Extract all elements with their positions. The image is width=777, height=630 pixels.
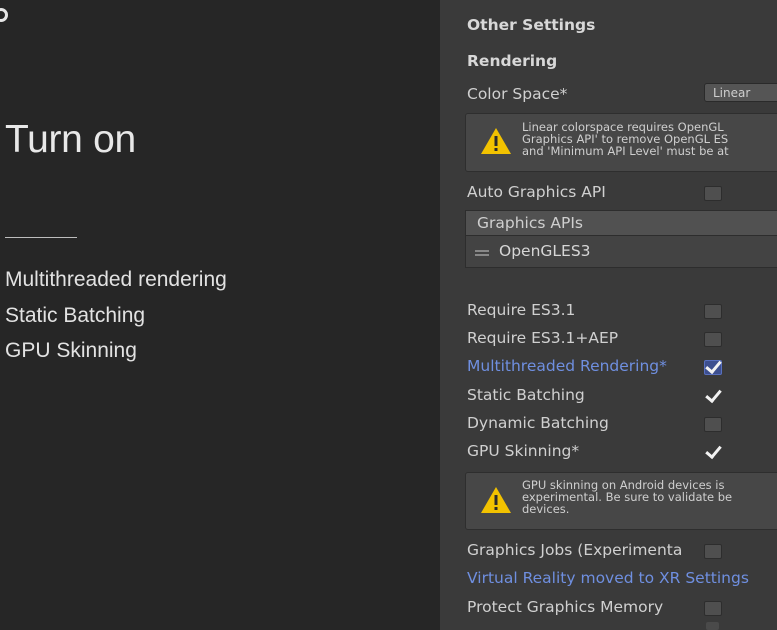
require-es31-aep-label: Require ES3.1+AEP [467, 329, 619, 347]
dynamic-batching-checkbox[interactable] [704, 417, 722, 432]
bullet-item: Multithreaded rendering [5, 268, 227, 291]
require-es31-aep-checkbox[interactable] [704, 332, 722, 347]
warning-icon [481, 487, 511, 513]
warning-icon [481, 128, 511, 154]
drag-handle-icon[interactable] [475, 250, 489, 256]
dynamic-batching-label: Dynamic Batching [467, 414, 609, 432]
multithreaded-rendering-label: Multithreaded Rendering* [467, 357, 667, 375]
bullet-item: GPU Skinning [5, 339, 137, 362]
color-space-dropdown[interactable]: Linear [704, 83, 777, 102]
graphics-apis-list: OpenGLES3 [465, 236, 777, 268]
protect-graphics-memory-checkbox[interactable] [704, 601, 722, 616]
color-space-label: Color Space* [467, 85, 568, 103]
require-es31-label: Require ES3.1 [467, 301, 576, 319]
vr-settings-link[interactable]: Virtual Reality moved to XR Settings [467, 569, 749, 587]
gpu-skinning-label: GPU Skinning* [467, 442, 580, 460]
graphics-apis-header: Graphics APIs [465, 210, 777, 236]
graphics-jobs-checkbox[interactable] [704, 544, 722, 559]
bullet-list: Multithreaded rendering Static Batching … [5, 262, 227, 369]
linear-colorspace-warning: Linear colorspace requires OpenGL Graphi… [465, 113, 777, 172]
auto-graphics-api-checkbox[interactable] [704, 186, 722, 201]
warning-line: devices. [522, 502, 570, 516]
protect-graphics-memory-label: Protect Graphics Memory [467, 598, 664, 616]
section-title-other-settings[interactable]: Other Settings [467, 16, 595, 34]
graphics-api-item[interactable]: OpenGLES3 [499, 242, 591, 260]
logo-icon [0, 8, 8, 22]
slide-panel: Turn on Multithreaded rendering Static B… [0, 0, 440, 630]
gpu-skinning-checkbox[interactable] [704, 445, 722, 460]
slide-title: Turn on [5, 118, 136, 161]
rendering-heading: Rendering [467, 52, 558, 70]
next-row-checkbox[interactable] [706, 622, 719, 630]
require-es31-checkbox[interactable] [704, 304, 722, 319]
bullet-item: Static Batching [5, 303, 146, 327]
multithreaded-rendering-checkbox[interactable] [704, 360, 722, 375]
player-settings-inspector: Other Settings Rendering Color Space* Li… [440, 0, 777, 630]
auto-graphics-api-label: Auto Graphics API [467, 183, 606, 201]
gpu-skinning-warning: GPU skinning on Android devices is exper… [465, 472, 777, 530]
divider [5, 237, 77, 238]
static-batching-checkbox[interactable] [704, 389, 722, 404]
graphics-jobs-label: Graphics Jobs (Experimenta [467, 541, 683, 559]
warning-line: and 'Minimum API Level' must be at [522, 144, 729, 158]
static-batching-label: Static Batching [467, 386, 585, 404]
